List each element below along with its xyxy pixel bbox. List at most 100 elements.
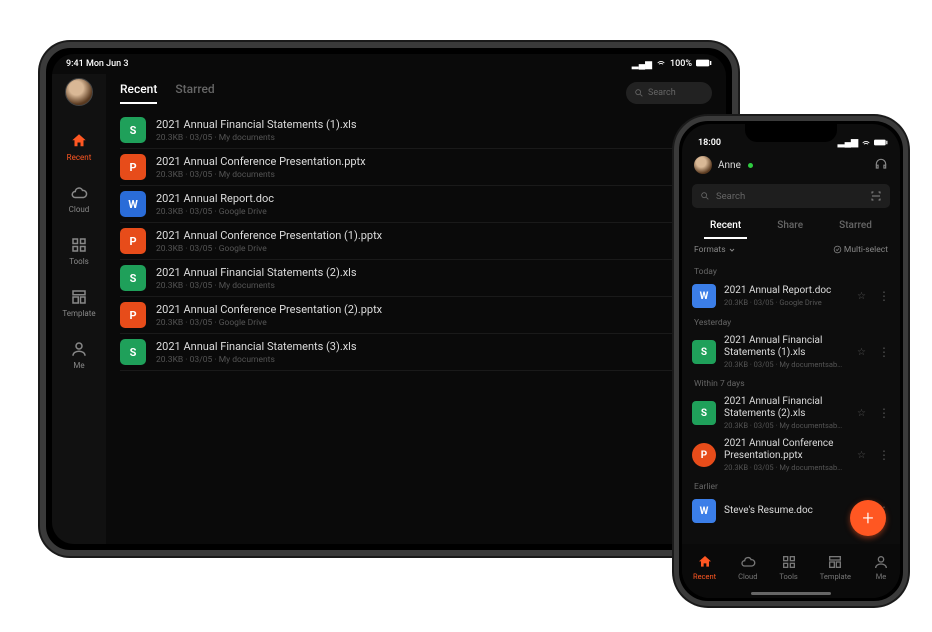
more-icon[interactable]: ⋮ xyxy=(878,448,890,462)
search-input[interactable]: Search xyxy=(626,82,712,104)
file-title: 2021 Annual Conference Presentation (1).… xyxy=(156,229,691,242)
file-type-icon: S xyxy=(692,401,716,425)
file-title: 2021 Annual Financial Statements (1).xls xyxy=(156,118,691,131)
tablet-file-list: S 2021 Annual Financial Statements (1).xl… xyxy=(120,112,712,544)
tablet-sidebar: Recent Cloud Tools Template Me xyxy=(52,74,106,544)
star-icon[interactable]: ☆ xyxy=(857,347,866,358)
avatar[interactable] xyxy=(65,78,93,106)
file-type-icon: S xyxy=(692,340,716,364)
home-indicator xyxy=(751,592,831,595)
battery-icon xyxy=(874,139,888,146)
file-row[interactable]: W 2021 Annual Report.doc 20.3KB · 03/05 · … xyxy=(120,186,712,223)
battery-pct: 100% xyxy=(670,59,692,69)
file-title: 2021 Annual Conference Presentation (2).… xyxy=(156,303,691,316)
online-dot xyxy=(748,163,753,168)
file-type-icon: S xyxy=(120,117,146,143)
chevron-down-icon xyxy=(728,246,736,254)
file-row[interactable]: P 2021 Annual Conference Presentation (2)… xyxy=(120,297,712,334)
avatar xyxy=(694,156,712,174)
formats-filter[interactable]: Formats xyxy=(694,245,736,255)
file-meta: 20.3KB · 03/05 · My documents xyxy=(156,281,691,291)
file-meta: 20.3KB · 03/05 · My documentsabcdefgh... xyxy=(724,360,845,369)
tablet-statusbar: 9:41 Mon Jun 3 ▂▄▆ 100% xyxy=(52,54,726,74)
file-meta: 20.3KB · 03/05 · Google Drive xyxy=(156,244,691,254)
file-row[interactable]: S2021 Annual Financial Statements (3).xl… xyxy=(120,334,712,371)
phone-search-input[interactable]: Search xyxy=(692,184,890,208)
section-header: Earlier xyxy=(692,476,890,495)
tab-starred[interactable]: Starred xyxy=(175,82,214,104)
tab-share[interactable]: Share xyxy=(771,216,809,239)
file-meta: 20.3KB · 03/05 · My documents xyxy=(156,133,691,143)
file-meta: 20.3KB · 03/05 · My documentsabcdefgh... xyxy=(724,463,845,472)
phone-file-list: TodayW2021 Annual Report.doc20.3KB · 03/… xyxy=(682,261,900,527)
section-header: Today xyxy=(692,261,890,280)
file-meta: 20.3KB · 03/05 · My documents xyxy=(156,170,691,180)
notch xyxy=(745,124,837,142)
file-row[interactable]: S2021 Annual Financial Statements (1).xl… xyxy=(692,331,890,373)
headphone-icon[interactable] xyxy=(874,156,888,175)
tab-recent[interactable]: Recent xyxy=(120,82,157,104)
file-meta: 20.3KB · 03/05 · Google Drive xyxy=(156,318,691,328)
file-type-icon: P xyxy=(120,154,146,180)
sidebar-item-me[interactable]: Me xyxy=(70,340,88,370)
signal-icon: ▂▄▆ xyxy=(838,137,858,148)
star-icon[interactable]: ☆ xyxy=(857,408,866,419)
phone-tabbar: Recent Cloud Tools Template Me xyxy=(682,544,900,598)
file-meta: 20.3KB · 03/05 · My documents xyxy=(156,355,691,365)
tabbar-tools[interactable]: Tools xyxy=(779,554,797,581)
star-icon[interactable]: ☆ xyxy=(857,450,866,461)
tabbar-recent[interactable]: Recent xyxy=(693,554,716,581)
sidebar-item-cloud[interactable]: Cloud xyxy=(69,184,90,214)
file-row[interactable]: S 2021 Annual Financial Statements (2).xl… xyxy=(692,392,890,434)
phone-device: 18:00 ▂▄▆ Anne Search Recent Share xyxy=(674,116,908,606)
battery-icon xyxy=(696,59,712,70)
sidebar-item-tools[interactable]: Tools xyxy=(69,236,89,266)
file-type-icon: W xyxy=(692,284,716,308)
file-type-icon: W xyxy=(120,191,146,217)
file-title: 2021 Annual Report.doc xyxy=(156,192,691,205)
file-title: 2021 Annual Conference Presentation.pptx xyxy=(724,438,845,462)
phone-time: 18:00 xyxy=(698,138,721,148)
file-row[interactable]: P 2021 Annual Conference Presentation.ppt… xyxy=(692,434,890,476)
star-icon[interactable]: ☆ xyxy=(857,291,866,302)
file-row[interactable]: P 2021 Annual Conference Presentation.ppt… xyxy=(120,149,712,186)
file-type-icon: S xyxy=(120,339,146,365)
tabbar-template[interactable]: Template xyxy=(820,554,851,581)
search-placeholder: Search xyxy=(648,88,676,98)
file-type-icon: W xyxy=(692,499,716,523)
more-icon[interactable]: ⋮ xyxy=(878,406,890,420)
tablet-device: 9:41 Mon Jun 3 ▂▄▆ 100% Recent Cloud Tools… xyxy=(40,42,738,556)
file-meta: 20.3KB · 03/05 · Google Drive xyxy=(724,298,845,307)
add-button[interactable]: + xyxy=(850,500,886,536)
check-circle-icon xyxy=(833,245,842,254)
file-title: 2021 Annual Financial Statements (2).xls xyxy=(724,396,845,420)
file-type-icon: P xyxy=(692,443,716,467)
scan-icon[interactable] xyxy=(870,190,882,202)
file-title: 2021 Annual Financial Statements (2).xls xyxy=(156,266,691,279)
more-icon[interactable]: ⋮ xyxy=(878,345,890,359)
tabbar-cloud[interactable]: Cloud xyxy=(738,554,757,581)
file-type-icon: P xyxy=(120,302,146,328)
file-title: 2021 Annual Report.doc xyxy=(724,285,845,297)
file-meta: 20.3KB · 03/05 · Google Drive xyxy=(156,207,691,217)
multi-select-button[interactable]: Multi-select xyxy=(833,245,888,255)
file-meta: 20.3KB · 03/05 · My documentsabcdefgh... xyxy=(724,421,845,430)
file-row[interactable]: P2021 Annual Conference Presentation (1)… xyxy=(120,223,712,260)
file-type-icon: S xyxy=(120,265,146,291)
file-row[interactable]: W 2021 Annual Report.doc20.3KB · 03/05 · … xyxy=(692,280,890,312)
tab-starred[interactable]: Starred xyxy=(833,216,878,239)
tab-recent[interactable]: Recent xyxy=(704,216,747,239)
file-row[interactable]: S 2021 Annual Financial Statements (1).xl… xyxy=(120,112,712,149)
file-title: Steve's Resume.doc xyxy=(724,505,845,517)
wifi-icon xyxy=(861,138,871,148)
sidebar-item-recent[interactable]: Recent xyxy=(67,132,92,162)
tabbar-me[interactable]: Me xyxy=(873,554,889,581)
user-badge[interactable]: Anne xyxy=(694,156,753,174)
file-title: 2021 Annual Conference Presentation.pptx xyxy=(156,155,691,168)
section-header: Yesterday xyxy=(692,312,890,331)
section-header: Within 7 days xyxy=(692,373,890,392)
more-icon[interactable]: ⋮ xyxy=(878,289,890,303)
file-row[interactable]: S 2021 Annual Financial Statements (2).xl… xyxy=(120,260,712,297)
sidebar-item-template[interactable]: Template xyxy=(62,288,95,318)
user-name: Anne xyxy=(718,160,741,171)
